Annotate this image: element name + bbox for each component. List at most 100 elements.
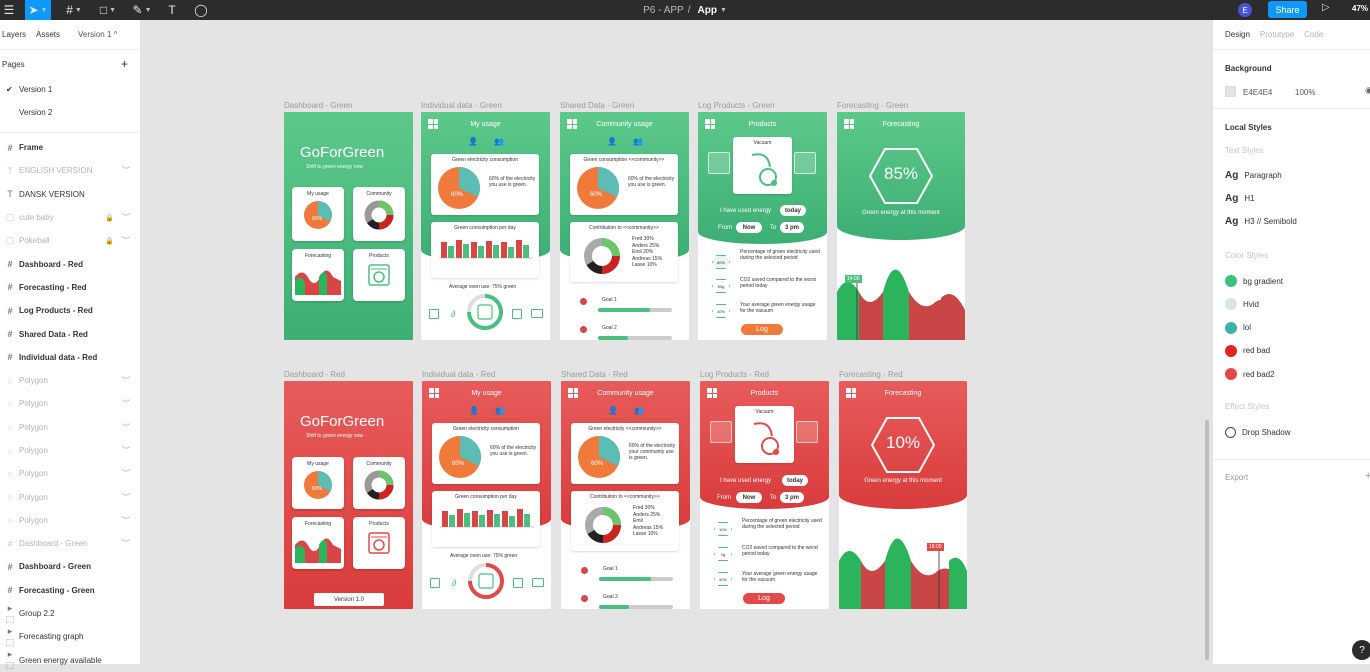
layer-item[interactable]: # Forecasting - Red (0, 276, 140, 299)
layer-item[interactable]: ○ Polygon ︶ (0, 462, 140, 485)
appliance-icon[interactable] (429, 309, 439, 319)
frame-label-shared-green[interactable]: Shared Data - Green (560, 101, 634, 110)
group-icon[interactable]: 👥 (495, 406, 505, 415)
page-name[interactable]: App (697, 5, 716, 16)
layer-item[interactable]: ○ Polygon ︶ (0, 416, 140, 439)
frame-individual-green[interactable]: My usage 👤 👥 Green electricity consumpti… (421, 112, 550, 340)
appliance-icon[interactable] (430, 578, 440, 588)
add-page-icon[interactable]: + (121, 57, 128, 71)
color-style-item[interactable]: red bad2 (1225, 368, 1275, 381)
frame-label-dashboard-green[interactable]: Dashboard - Green (284, 101, 352, 110)
to-pill[interactable]: 3 pm (780, 222, 804, 233)
layer-item[interactable]: # Dashboard - Green (0, 555, 140, 578)
layer-item[interactable]: # Individual data - Red (0, 346, 140, 369)
layer-item[interactable]: T DANSK VERSION (0, 183, 140, 206)
background-hex[interactable]: E4E4E4 (1243, 88, 1272, 97)
lock-icon[interactable]: 🔒 (105, 237, 114, 245)
layer-item[interactable]: ○ Polygon ︶ (0, 369, 140, 392)
text-style-item[interactable]: Ag H3 // Semibold (1225, 216, 1297, 227)
layer-item[interactable]: # Dashboard - Green ︶ (0, 532, 140, 555)
page-item-version-2[interactable]: Version 2 (0, 101, 140, 124)
frame-tool-icon[interactable]: # ▼ (60, 0, 88, 20)
layer-item[interactable]: ○ Polygon ︶ (0, 439, 140, 462)
frame-dashboard-red[interactable]: GoForGreen Shift to green energy now My … (284, 381, 413, 609)
effect-style-item[interactable]: Drop Shadow (1225, 427, 1290, 438)
appliance-icon[interactable] (532, 578, 544, 587)
user-icon[interactable]: 👤 (468, 137, 478, 146)
frame-dashboard-green[interactable]: GoForGreen Shift to green energy now My … (284, 112, 413, 340)
frame-label-individual-red[interactable]: Individual data - Red (422, 370, 495, 379)
tile-my-usage[interactable]: My usage 60% (292, 457, 344, 509)
tile-community[interactable]: Community (353, 187, 405, 241)
add-export-icon[interactable]: + (1365, 470, 1370, 482)
frame-log-red[interactable]: Products Vacuum I have used energy today… (700, 381, 829, 609)
hidden-eye-icon[interactable]: ︶ (122, 538, 130, 549)
vacuum-card[interactable]: Vacuum (735, 406, 794, 463)
hidden-eye-icon[interactable]: ︶ (122, 212, 130, 223)
design-canvas[interactable]: Dashboard - Green Individual data - Gree… (141, 20, 1212, 664)
tile-products[interactable]: Products (353, 517, 405, 569)
main-menu-icon[interactable]: ☰ (0, 0, 18, 20)
version-selector[interactable]: Version 1 ^ (78, 30, 117, 39)
appliance-icon[interactable]: ∂ (452, 578, 462, 588)
frame-label-forecast-red[interactable]: Forecasting - Red (839, 370, 903, 379)
text-style-item[interactable]: Ag Paragraph (1225, 170, 1282, 181)
color-style-item[interactable]: red bad (1225, 344, 1270, 357)
text-style-item[interactable]: Ag H1 (1225, 193, 1255, 204)
color-style-item[interactable]: lol (1225, 321, 1251, 334)
tile-forecasting[interactable]: Forecasting (292, 517, 344, 569)
hidden-eye-icon[interactable]: ︶ (122, 422, 130, 433)
layer-item[interactable]: # Dashboard - Red (0, 252, 140, 275)
color-style-item[interactable]: bg gradient (1225, 275, 1283, 287)
tile-my-usage[interactable]: My usage 60% (292, 187, 344, 241)
file-name[interactable]: P6 - APP (643, 5, 684, 16)
user-icon[interactable]: 👤 (607, 137, 617, 146)
from-pill[interactable]: Now (736, 492, 762, 503)
washing-machine-icon[interactable] (796, 421, 818, 443)
eye-icon[interactable]: ◉ (1365, 85, 1370, 96)
appliance-icon[interactable]: ∂ (451, 309, 461, 319)
from-pill[interactable]: Now (736, 222, 762, 233)
tab-code[interactable]: Code (1304, 30, 1323, 39)
hidden-eye-icon[interactable]: ︶ (122, 468, 130, 479)
layer-item[interactable]: ▸ ⬚ Forecasting graph (0, 625, 140, 648)
background-opacity[interactable]: 100% (1295, 88, 1315, 97)
layer-item[interactable]: # Shared Data - Red (0, 322, 140, 345)
user-icon[interactable]: 👤 (608, 406, 618, 415)
oven-icon[interactable] (710, 421, 732, 443)
washing-machine-icon[interactable] (794, 152, 816, 174)
frame-log-green[interactable]: Products Vacuum I have used energy today… (698, 112, 827, 340)
layer-item[interactable]: ○ Polygon ︶ (0, 509, 140, 532)
frame-individual-red[interactable]: My usage 👤 👥 Green electricity consumpti… (422, 381, 551, 609)
background-swatch[interactable] (1225, 86, 1236, 97)
hidden-eye-icon[interactable]: ︶ (122, 515, 130, 526)
tab-prototype[interactable]: Prototype (1260, 30, 1294, 39)
log-button[interactable]: Log (741, 324, 783, 335)
tab-design[interactable]: Design (1225, 30, 1250, 39)
avatar[interactable]: E (1238, 3, 1252, 17)
appliance-icon[interactable] (512, 309, 522, 319)
share-button[interactable]: Share (1268, 1, 1307, 18)
tab-assets[interactable]: Assets (36, 30, 60, 39)
layer-item[interactable]: ▢ cute baby ︶ 🔒 (0, 206, 140, 229)
layer-item[interactable]: T ENGLISH VERSION ︶ (0, 159, 140, 182)
pen-tool-icon[interactable]: ✎ ▼ (128, 0, 156, 20)
page-item-version-1[interactable]: ✔ Version 1 (0, 78, 140, 101)
zoom-level[interactable]: 47% (1352, 4, 1368, 13)
group-icon[interactable]: 👥 (633, 137, 643, 146)
layer-item[interactable]: ○ Polygon ︶ (0, 392, 140, 415)
comment-tool-icon[interactable]: ◯ (192, 0, 210, 20)
text-tool-icon[interactable]: T (163, 0, 181, 20)
frame-shared-green[interactable]: Community usage 👤 👥 Green consumption <<… (560, 112, 689, 340)
present-play-icon[interactable]: ▷ (1322, 2, 1330, 13)
frame-label-shared-red[interactable]: Shared Data - Red (561, 370, 628, 379)
shape-tool-icon[interactable]: □ ▼ (94, 0, 122, 20)
hidden-eye-icon[interactable]: ︶ (122, 235, 130, 246)
group-icon[interactable]: 👥 (494, 137, 504, 146)
to-pill[interactable]: 3 pm (780, 492, 804, 503)
color-style-item[interactable]: Hvid (1225, 298, 1259, 311)
layer-item[interactable]: ○ Polygon ︶ (0, 485, 140, 508)
today-pill[interactable]: today (782, 475, 808, 486)
layer-item[interactable]: ▸ ⬚ Group 2.2 (0, 602, 140, 625)
oven-icon[interactable] (708, 152, 730, 174)
